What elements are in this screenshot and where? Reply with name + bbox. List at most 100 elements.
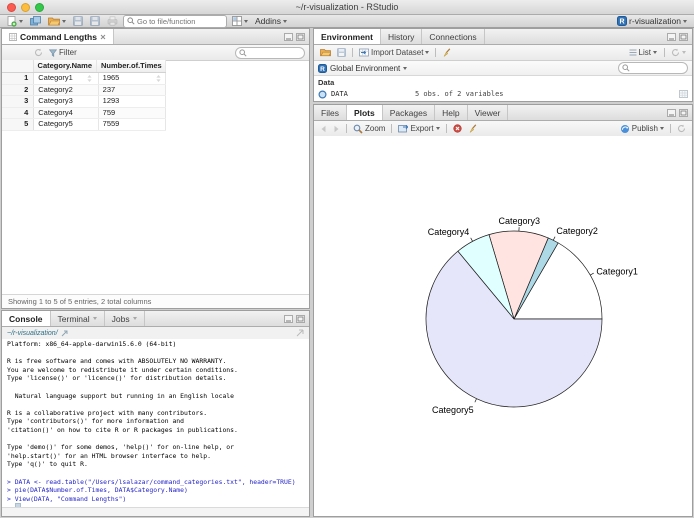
close-icon[interactable] bbox=[100, 34, 106, 40]
chevron-down-icon bbox=[435, 127, 440, 130]
remove-circle-icon bbox=[452, 124, 462, 133]
column-header-category-name[interactable]: Category.Name bbox=[34, 60, 97, 82]
data-viewer-search-input[interactable] bbox=[249, 48, 301, 57]
tab-terminal[interactable]: Terminal bbox=[51, 311, 105, 326]
window-title: ~/r-visualization - RStudio bbox=[295, 2, 399, 12]
console-output[interactable]: Platform: x86_64-apple-darwin15.6.0 (64-… bbox=[2, 339, 309, 508]
filter-funnel-icon bbox=[48, 49, 58, 57]
table-row[interactable]: 4 Category4 759 bbox=[2, 107, 166, 119]
data-table: Category.Name Number.of.Times 1 Category1… bbox=[2, 60, 166, 131]
maximize-pane-icon[interactable] bbox=[296, 32, 305, 41]
sort-icon bbox=[87, 75, 92, 82]
export-icon bbox=[398, 124, 409, 133]
filter-button[interactable]: Filter bbox=[47, 47, 79, 59]
maximize-pane-icon[interactable] bbox=[679, 108, 688, 117]
tab-connections[interactable]: Connections bbox=[422, 29, 485, 44]
scope-selector[interactable]: Global Environment bbox=[330, 64, 400, 73]
import-dataset-button[interactable]: Import Dataset bbox=[357, 47, 431, 59]
refresh-plot-button[interactable] bbox=[675, 123, 688, 135]
tab-files[interactable]: Files bbox=[314, 105, 347, 120]
list-view-button[interactable]: List bbox=[626, 48, 660, 58]
row-number-header[interactable] bbox=[2, 60, 34, 72]
next-plot-button[interactable] bbox=[331, 123, 342, 135]
maximize-pane-icon[interactable] bbox=[296, 314, 305, 323]
save-button[interactable] bbox=[71, 15, 85, 27]
tab-packages[interactable]: Packages bbox=[383, 105, 436, 120]
new-project-icon bbox=[30, 16, 41, 26]
goto-file-function-box[interactable] bbox=[123, 14, 227, 28]
plots-tabstrip: Files Plots Packages Help Viewer bbox=[314, 105, 692, 121]
console-line: Natural language support but running in … bbox=[7, 391, 235, 400]
pie-chart: Category1 Category2 Category3 Category4 Cate… bbox=[425, 216, 638, 415]
maximize-pane-icon[interactable] bbox=[679, 32, 688, 41]
tab-help[interactable]: Help bbox=[435, 105, 468, 120]
minimize-pane-icon[interactable] bbox=[284, 314, 293, 323]
view-data-grid-icon[interactable] bbox=[679, 90, 688, 98]
tab-plots[interactable]: Plots bbox=[346, 105, 383, 120]
console-line: Type 'q()' to quit R. bbox=[7, 460, 88, 469]
pie-label-tick bbox=[470, 237, 473, 242]
addins-label: Addins bbox=[255, 16, 281, 26]
tab-history[interactable]: History bbox=[381, 29, 423, 44]
goto-working-dir-icon[interactable] bbox=[61, 330, 68, 337]
previous-plot-button[interactable] bbox=[318, 123, 329, 135]
table-cell: Category2 bbox=[34, 84, 99, 95]
new-file-icon bbox=[7, 15, 17, 27]
refresh-icon bbox=[671, 48, 680, 57]
table-row[interactable]: 5 Category5 7559 bbox=[2, 119, 166, 131]
table-cell: 4 bbox=[2, 107, 35, 118]
open-file-button[interactable] bbox=[46, 15, 68, 27]
column-header-number-of-times[interactable]: Number.of.Times bbox=[97, 60, 166, 82]
source-tabstrip: Command Lengths bbox=[2, 29, 309, 45]
forward-arrow-icon bbox=[333, 125, 340, 133]
panes-layout-icon bbox=[232, 16, 242, 26]
list-label: List bbox=[638, 48, 651, 57]
publish-button[interactable]: Publish bbox=[618, 123, 666, 135]
new-project-button[interactable] bbox=[28, 15, 43, 27]
minimize-pane-icon[interactable] bbox=[284, 32, 293, 41]
table-row[interactable]: 1 Category1 1965 bbox=[2, 73, 166, 85]
tab-command-lengths[interactable]: Command Lengths bbox=[2, 29, 114, 44]
table-cell: Category4 bbox=[34, 107, 99, 118]
console-popout-icon[interactable] bbox=[296, 329, 304, 337]
r-environment-icon: R bbox=[318, 63, 327, 73]
addins-button[interactable]: Addins bbox=[253, 15, 289, 27]
print-button[interactable] bbox=[105, 15, 120, 27]
table-cell: 2 bbox=[2, 84, 35, 95]
title-bar: ~/r-visualization - RStudio bbox=[0, 0, 694, 15]
clear-environment-button[interactable] bbox=[440, 47, 453, 59]
save-all-button[interactable] bbox=[88, 15, 102, 27]
chevron-down-icon bbox=[244, 19, 248, 23]
remove-plot-button[interactable] bbox=[451, 123, 464, 135]
console-horizontal-scrollbar[interactable] bbox=[2, 507, 309, 516]
project-menu-button[interactable]: R r-visualization bbox=[615, 15, 689, 27]
goto-file-function-input[interactable] bbox=[137, 16, 223, 26]
clear-all-plots-button[interactable] bbox=[466, 123, 479, 135]
table-row[interactable]: 3 Category3 1293 bbox=[2, 96, 166, 108]
refresh-data-button[interactable] bbox=[32, 47, 45, 59]
tab-viewer[interactable]: Viewer bbox=[468, 105, 509, 120]
refresh-environment-button[interactable] bbox=[669, 47, 688, 59]
panes-layout-button[interactable] bbox=[230, 15, 250, 27]
environment-search-box[interactable] bbox=[618, 62, 688, 74]
import-dataset-icon bbox=[359, 48, 369, 57]
data-viewer-search-box[interactable] bbox=[235, 46, 305, 59]
save-workspace-button[interactable] bbox=[335, 47, 348, 59]
minimize-pane-icon[interactable] bbox=[667, 108, 676, 117]
zoom-plot-button[interactable]: Zoom bbox=[351, 123, 387, 135]
minimize-pane-icon[interactable] bbox=[667, 32, 676, 41]
zoom-label: Zoom bbox=[365, 124, 386, 133]
new-file-button[interactable] bbox=[5, 15, 25, 27]
chevron-down-icon bbox=[682, 51, 686, 54]
table-cell: Category5 bbox=[34, 119, 99, 130]
tab-environment[interactable]: Environment bbox=[314, 29, 381, 44]
load-workspace-button[interactable] bbox=[318, 47, 333, 59]
table-row[interactable]: 2 Category2 237 bbox=[2, 84, 166, 96]
export-plot-button[interactable]: Export bbox=[396, 123, 441, 135]
environment-search-input[interactable] bbox=[632, 64, 684, 72]
tab-console[interactable]: Console bbox=[2, 311, 51, 326]
tab-title: Command Lengths bbox=[20, 31, 97, 42]
tab-jobs[interactable]: Jobs bbox=[105, 311, 145, 326]
environment-object-row[interactable]: DATA 5 obs. of 2 variables bbox=[314, 88, 692, 100]
